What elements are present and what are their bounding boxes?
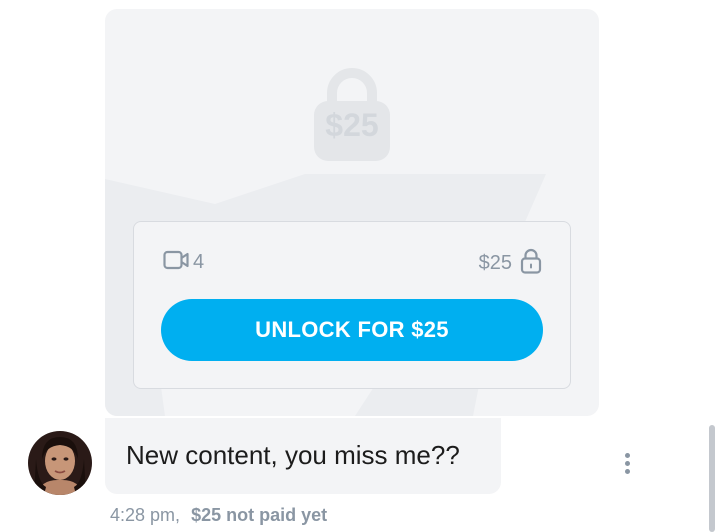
avatar-image	[28, 431, 92, 495]
message-text: New content, you miss me??	[126, 440, 460, 470]
message-bubble: New content, you miss me??	[105, 418, 501, 494]
unlock-button[interactable]: UNLOCK FOR $25	[161, 299, 543, 361]
media-count-value: 4	[193, 251, 205, 273]
locked-padlock-icon: $25	[308, 63, 396, 163]
message-meta: 4:28 pm, $25 not paid yet	[110, 505, 327, 526]
payment-status: $25 not paid yet	[191, 505, 328, 525]
scrollbar[interactable]	[709, 425, 715, 532]
lock-icon	[520, 248, 542, 279]
more-options-icon[interactable]	[618, 448, 636, 478]
video-camera-icon	[163, 250, 189, 275]
price-indicator: $25	[479, 248, 542, 279]
avatar[interactable]	[28, 431, 92, 495]
media-count: 4	[163, 250, 204, 275]
locked-media-card: $25 4 $25 UNLOCK FOR $25	[105, 9, 599, 416]
message-time: 4:28 pm,	[110, 505, 181, 525]
locked-price-label: $25	[325, 107, 379, 143]
unlock-info-box: 4 $25 UNLOCK FOR $25	[133, 221, 571, 389]
price-value: $25	[478, 252, 512, 274]
